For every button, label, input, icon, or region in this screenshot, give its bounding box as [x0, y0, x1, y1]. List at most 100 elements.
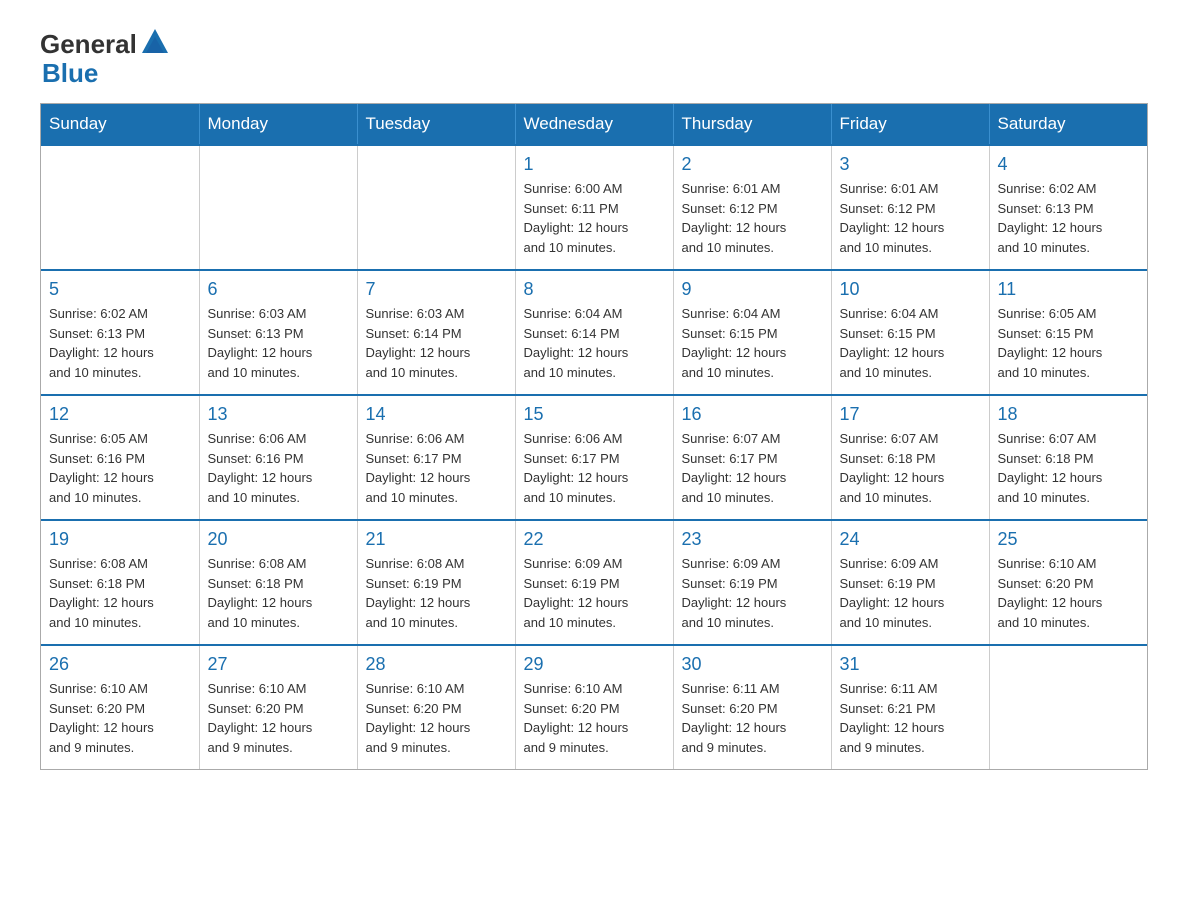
calendar-cell: 4 Sunrise: 6:02 AMSunset: 6:13 PMDaylight…: [989, 145, 1147, 270]
calendar-cell: 15 Sunrise: 6:06 AMSunset: 6:17 PMDayligh…: [515, 395, 673, 520]
calendar-cell: 28 Sunrise: 6:10 AMSunset: 6:20 PMDayligh…: [357, 645, 515, 769]
day-info: Sunrise: 6:09 AMSunset: 6:19 PMDaylight:…: [682, 554, 823, 632]
calendar-cell: [989, 645, 1147, 769]
calendar-cell: [199, 145, 357, 270]
day-info: Sunrise: 6:05 AMSunset: 6:15 PMDaylight:…: [998, 304, 1140, 382]
day-number: 10: [840, 279, 981, 300]
day-number: 19: [49, 529, 191, 550]
day-info: Sunrise: 6:04 AMSunset: 6:15 PMDaylight:…: [840, 304, 981, 382]
calendar-cell: 12 Sunrise: 6:05 AMSunset: 6:16 PMDayligh…: [41, 395, 199, 520]
logo-text-general: General: [40, 30, 137, 59]
calendar-week-5: 26Sunrise: 6:10 AMSunset: 6:20 PMDayligh…: [41, 645, 1147, 769]
weekday-header-thursday: Thursday: [673, 104, 831, 145]
day-number: 16: [682, 404, 823, 425]
day-info: Sunrise: 6:10 AMSunset: 6:20 PMDaylight:…: [524, 679, 665, 757]
calendar-cell: 6 Sunrise: 6:03 AMSunset: 6:13 PMDaylight…: [199, 270, 357, 395]
calendar-cell: 3Sunrise: 6:01 AMSunset: 6:12 PMDaylight…: [831, 145, 989, 270]
day-number: 18: [998, 404, 1140, 425]
logo-icon: [140, 27, 170, 57]
day-info: Sunrise: 6:02 AMSunset: 6:13 PMDaylight:…: [998, 179, 1140, 257]
calendar-week-1: 1 Sunrise: 6:00 AMSunset: 6:11 PMDaylight…: [41, 145, 1147, 270]
day-number: 21: [366, 529, 507, 550]
day-info: Sunrise: 6:08 AMSunset: 6:18 PMDaylight:…: [49, 554, 191, 632]
day-info: Sunrise: 6:07 AMSunset: 6:17 PMDaylight:…: [682, 429, 823, 507]
day-info: Sunrise: 6:11 AMSunset: 6:21 PMDaylight:…: [840, 679, 981, 757]
day-number: 17: [840, 404, 981, 425]
day-number: 7: [366, 279, 507, 300]
day-info: Sunrise: 6:06 AMSunset: 6:17 PMDaylight:…: [524, 429, 665, 507]
calendar-cell: 25 Sunrise: 6:10 AMSunset: 6:20 PMDayligh…: [989, 520, 1147, 645]
day-info: Sunrise: 6:06 AMSunset: 6:16 PMDaylight:…: [208, 429, 349, 507]
day-number: 4: [998, 154, 1140, 175]
day-number: 9: [682, 279, 823, 300]
day-info: Sunrise: 6:01 AMSunset: 6:12 PMDaylight:…: [682, 179, 823, 257]
day-info: Sunrise: 6:06 AMSunset: 6:17 PMDaylight:…: [366, 429, 507, 507]
day-number: 3: [840, 154, 981, 175]
logo-text-blue: Blue: [42, 59, 98, 88]
day-info: Sunrise: 6:10 AMSunset: 6:20 PMDaylight:…: [366, 679, 507, 757]
day-number: 5: [49, 279, 191, 300]
day-info: Sunrise: 6:03 AMSunset: 6:13 PMDaylight:…: [208, 304, 349, 382]
calendar-cell: 17 Sunrise: 6:07 AMSunset: 6:18 PMDayligh…: [831, 395, 989, 520]
day-number: 23: [682, 529, 823, 550]
calendar-cell: 19 Sunrise: 6:08 AMSunset: 6:18 PMDayligh…: [41, 520, 199, 645]
day-info: Sunrise: 6:10 AMSunset: 6:20 PMDaylight:…: [998, 554, 1140, 632]
day-info: Sunrise: 6:07 AMSunset: 6:18 PMDaylight:…: [840, 429, 981, 507]
day-info: Sunrise: 6:00 AMSunset: 6:11 PMDaylight:…: [524, 179, 665, 257]
calendar-cell: 8Sunrise: 6:04 AMSunset: 6:14 PMDaylight…: [515, 270, 673, 395]
calendar-week-3: 12 Sunrise: 6:05 AMSunset: 6:16 PMDayligh…: [41, 395, 1147, 520]
calendar-cell: 23 Sunrise: 6:09 AMSunset: 6:19 PMDayligh…: [673, 520, 831, 645]
calendar-cell: 1 Sunrise: 6:00 AMSunset: 6:11 PMDaylight…: [515, 145, 673, 270]
calendar-cell: 18 Sunrise: 6:07 AMSunset: 6:18 PMDayligh…: [989, 395, 1147, 520]
day-number: 12: [49, 404, 191, 425]
weekday-header-sunday: Sunday: [41, 104, 199, 145]
day-number: 11: [998, 279, 1140, 300]
calendar-cell: 13 Sunrise: 6:06 AMSunset: 6:16 PMDayligh…: [199, 395, 357, 520]
day-number: 15: [524, 404, 665, 425]
calendar-table: SundayMondayTuesdayWednesdayThursdayFrid…: [41, 104, 1147, 769]
day-number: 29: [524, 654, 665, 675]
day-info: Sunrise: 6:07 AMSunset: 6:18 PMDaylight:…: [998, 429, 1140, 507]
day-info: Sunrise: 6:10 AMSunset: 6:20 PMDaylight:…: [49, 679, 191, 757]
page-header: General Blue: [40, 30, 1148, 87]
day-number: 28: [366, 654, 507, 675]
calendar: SundayMondayTuesdayWednesdayThursdayFrid…: [40, 103, 1148, 770]
day-info: Sunrise: 6:04 AMSunset: 6:14 PMDaylight:…: [524, 304, 665, 382]
calendar-cell: 22 Sunrise: 6:09 AMSunset: 6:19 PMDayligh…: [515, 520, 673, 645]
calendar-cell: 26Sunrise: 6:10 AMSunset: 6:20 PMDayligh…: [41, 645, 199, 769]
calendar-cell: 31 Sunrise: 6:11 AMSunset: 6:21 PMDayligh…: [831, 645, 989, 769]
logo: General Blue: [40, 30, 170, 87]
day-info: Sunrise: 6:05 AMSunset: 6:16 PMDaylight:…: [49, 429, 191, 507]
day-info: Sunrise: 6:09 AMSunset: 6:19 PMDaylight:…: [840, 554, 981, 632]
day-number: 22: [524, 529, 665, 550]
day-number: 13: [208, 404, 349, 425]
day-number: 30: [682, 654, 823, 675]
calendar-cell: 21Sunrise: 6:08 AMSunset: 6:19 PMDayligh…: [357, 520, 515, 645]
calendar-cell: 24Sunrise: 6:09 AMSunset: 6:19 PMDayligh…: [831, 520, 989, 645]
weekday-header-monday: Monday: [199, 104, 357, 145]
day-number: 27: [208, 654, 349, 675]
day-number: 31: [840, 654, 981, 675]
calendar-cell: 27 Sunrise: 6:10 AMSunset: 6:20 PMDayligh…: [199, 645, 357, 769]
day-number: 1: [524, 154, 665, 175]
calendar-week-4: 19 Sunrise: 6:08 AMSunset: 6:18 PMDayligh…: [41, 520, 1147, 645]
calendar-cell: 5Sunrise: 6:02 AMSunset: 6:13 PMDaylight…: [41, 270, 199, 395]
calendar-cell: 11 Sunrise: 6:05 AMSunset: 6:15 PMDayligh…: [989, 270, 1147, 395]
weekday-header-saturday: Saturday: [989, 104, 1147, 145]
calendar-cell: [357, 145, 515, 270]
day-info: Sunrise: 6:09 AMSunset: 6:19 PMDaylight:…: [524, 554, 665, 632]
calendar-cell: 2 Sunrise: 6:01 AMSunset: 6:12 PMDaylight…: [673, 145, 831, 270]
day-number: 25: [998, 529, 1140, 550]
day-number: 2: [682, 154, 823, 175]
calendar-cell: 10 Sunrise: 6:04 AMSunset: 6:15 PMDayligh…: [831, 270, 989, 395]
day-number: 20: [208, 529, 349, 550]
day-number: 6: [208, 279, 349, 300]
weekday-header-friday: Friday: [831, 104, 989, 145]
day-number: 14: [366, 404, 507, 425]
calendar-week-2: 5Sunrise: 6:02 AMSunset: 6:13 PMDaylight…: [41, 270, 1147, 395]
day-info: Sunrise: 6:10 AMSunset: 6:20 PMDaylight:…: [208, 679, 349, 757]
day-info: Sunrise: 6:08 AMSunset: 6:18 PMDaylight:…: [208, 554, 349, 632]
calendar-cell: 29 Sunrise: 6:10 AMSunset: 6:20 PMDayligh…: [515, 645, 673, 769]
weekday-header-wednesday: Wednesday: [515, 104, 673, 145]
calendar-cell: 14 Sunrise: 6:06 AMSunset: 6:17 PMDayligh…: [357, 395, 515, 520]
